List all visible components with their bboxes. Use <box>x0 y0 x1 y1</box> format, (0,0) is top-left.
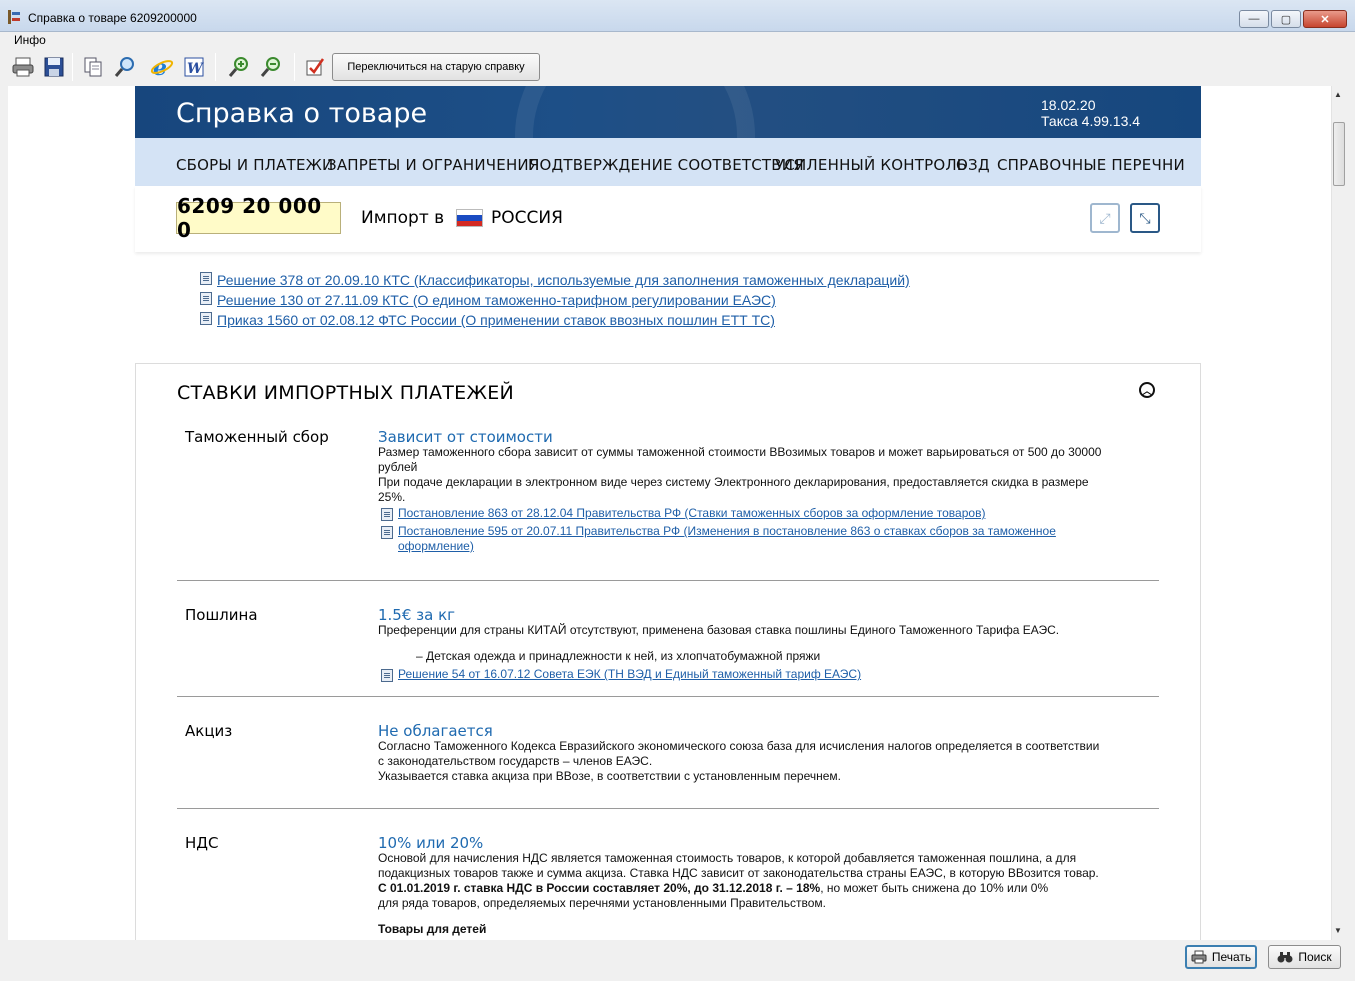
link-resolution-863[interactable]: Постановление 863 от 28.12.04 Правительс… <box>398 506 985 521</box>
maximize-button[interactable]: ▢ <box>1271 10 1301 28</box>
nav-item-fees[interactable]: СБОРЫ И ПЛАТЕЖИ <box>176 156 333 174</box>
doc-link[interactable]: Постановление 595 от 20.07.11 Правительс… <box>381 524 1056 554</box>
excise-value: Не облагается <box>378 722 493 740</box>
switch-old-help-button[interactable]: Переключиться на старую справку <box>332 53 540 81</box>
expand-icon[interactable]: ⤢ <box>1090 203 1120 233</box>
vat-reduction-note: , но может быть снижена до 10% или 0% <box>820 881 1049 895</box>
direction-label: Импорт в <box>361 208 445 228</box>
vat-rate-note: С 01.01.2019 г. ставка НДС в России сост… <box>378 881 821 895</box>
duty-item: – Детская одежда и принадлежности к ней,… <box>416 649 821 663</box>
maximize-icon: ▢ <box>1280 13 1292 26</box>
vat-label: НДС <box>185 834 219 852</box>
nav-item-restrictions[interactable]: ЗАПРЕТЫ И ОГРАНИЧЕНИЯ <box>327 156 539 174</box>
app-icon <box>8 10 20 24</box>
excise-text-2: Указывается ставка акциза при ВВозе, в с… <box>378 769 841 783</box>
vat-reduction-note-cont: для ряда товаров, определяемых перечнями… <box>378 896 827 910</box>
nav-bar: СБОРЫ И ПЛАТЕЖИ ЗАПРЕТЫ И ОГРАНИЧЕНИЯ ПО… <box>135 138 1201 186</box>
customs-fee-discount: При подаче декларации в электронном виде… <box>378 475 1089 489</box>
header-banner: Справка о товаре 18.02.20 Такса 4.99.13.… <box>135 86 1201 138</box>
link-resolution-595-cont[interactable]: оформление) <box>398 539 474 553</box>
duty-text: Преференции для страны КИТАЙ отсутствуют… <box>378 623 1060 637</box>
link-order-1560[interactable]: Приказ 1560 от 02.08.12 ФТС России (О пр… <box>217 310 775 330</box>
close-icon: ✕ <box>1320 13 1330 26</box>
minimize-icon: — <box>1248 13 1260 25</box>
checkbox-icon[interactable] <box>302 55 328 79</box>
document-icon <box>200 312 212 325</box>
vat-text-cont: подакцизных товаров также и сумма акциза… <box>378 866 1099 880</box>
vat-text: Основой для начисления НДС является тамо… <box>378 851 1077 865</box>
scroll-down-icon[interactable]: ▼ <box>1334 926 1342 935</box>
country-name: РОССИЯ <box>491 208 563 228</box>
document-icon <box>200 292 212 305</box>
save-icon[interactable] <box>41 55 67 79</box>
russia-flag-icon <box>456 209 483 227</box>
document-icon <box>381 669 393 682</box>
doc-link[interactable]: Решение 378 от 20.09.10 КТС (Классификат… <box>200 270 910 290</box>
page-title: Справка о товаре <box>176 98 428 129</box>
document-icon <box>381 508 393 521</box>
nav-item-conformity[interactable]: ПОДТВЕРЖДЕНИЕ СООТВЕТСТВИЯ <box>528 156 804 174</box>
link-decision-378[interactable]: Решение 378 от 20.09.10 КТС (Классификат… <box>217 270 910 290</box>
rates-title: СТАВКИ ИМПОРТНЫХ ПЛАТЕЖЕЙ <box>177 382 515 404</box>
excise-text: Согласно Таможенного Кодекса Евразийског… <box>378 739 1100 753</box>
doc-link[interactable]: Решение 54 от 16.07.12 Совета ЕЭК (ТН ВЭ… <box>381 667 861 682</box>
print-label: Печать <box>1211 950 1252 964</box>
customs-fee-text: Размер таможенного сбора зависит от сумм… <box>378 445 1102 459</box>
help-document: Справка о товаре 18.02.20 Такса 4.99.13.… <box>8 86 1331 940</box>
nav-item-reference-lists[interactable]: СПРАВОЧНЫЕ ПЕРЕЧНИ <box>997 156 1185 174</box>
binoculars-icon <box>1277 952 1293 963</box>
link-resolution-595[interactable]: Постановление 595 от 20.07.11 Правительс… <box>398 524 1056 538</box>
print-button[interactable]: Печать <box>1185 945 1257 969</box>
nav-item-ozd[interactable]: ОЗД <box>956 156 990 174</box>
word-icon[interactable]: W <box>181 55 207 79</box>
svg-text:W: W <box>187 61 204 77</box>
header-date: 18.02.20 <box>1041 97 1096 113</box>
menu-bar: Инфо <box>0 32 1355 48</box>
code-bar: 6209 20 000 0 Импорт в РОССИЯ ⤢ ⤡ <box>135 186 1201 252</box>
minimize-button[interactable]: — <box>1239 10 1269 28</box>
search-label: Поиск <box>1298 950 1332 964</box>
nav-item-enhanced-control[interactable]: УСИЛЕННЫЙ КОНТРОЛЬ <box>775 156 967 174</box>
printer-icon <box>1191 950 1207 964</box>
duty-label: Пошлина <box>185 606 258 624</box>
scroll-thumb[interactable] <box>1333 122 1345 186</box>
link-decision-130[interactable]: Решение 130 от 27.11.09 КТС (О едином та… <box>217 290 776 310</box>
link-decision-54[interactable]: Решение 54 от 16.07.12 Совета ЕЭК (ТН ВЭ… <box>398 667 861 682</box>
doc-link[interactable]: Приказ 1560 от 02.08.12 ФТС России (О пр… <box>200 310 775 330</box>
chevron-up-icon[interactable]: ︿ <box>1139 382 1155 398</box>
duty-value: 1.5€ за кг <box>378 606 456 624</box>
scroll-up-icon[interactable]: ▲ <box>1334 90 1342 99</box>
customs-fee-discount-cont: 25%. <box>378 490 406 504</box>
window-title: Справка о товаре 6209200000 <box>28 11 197 25</box>
vat-subheading: Товары для детей <box>378 922 487 936</box>
close-button[interactable]: ✕ <box>1303 10 1347 28</box>
toolbar: e W Переключиться на старую справку <box>0 49 1355 85</box>
zoom-out-icon[interactable] <box>258 55 284 79</box>
menu-info[interactable]: Инфо <box>14 33 46 47</box>
vertical-scrollbar[interactable]: ▲ ▼ <box>1331 86 1345 940</box>
collapse-all-icon[interactable]: ⤡ <box>1130 203 1160 233</box>
customs-fee-text-cont: рублей <box>378 460 418 474</box>
tnved-code: 6209 20 000 0 <box>176 194 341 242</box>
copy-icon[interactable] <box>80 55 106 79</box>
ie-icon[interactable]: e <box>149 55 175 79</box>
customs-fee-value: Зависит от стоимости <box>378 428 553 446</box>
vat-value: 10% или 20% <box>378 834 484 852</box>
printer-icon[interactable] <box>10 55 36 79</box>
document-icon <box>381 526 393 539</box>
import-rates-panel: СТАВКИ ИМПОРТНЫХ ПЛАТЕЖЕЙ ︿ Таможенный с… <box>135 363 1201 940</box>
excise-label: Акциз <box>185 722 233 740</box>
document-icon <box>200 272 212 285</box>
find-icon[interactable] <box>112 55 138 79</box>
header-tax-version: Такса 4.99.13.4 <box>1041 113 1141 129</box>
doc-link[interactable]: Постановление 863 от 28.12.04 Правительс… <box>381 506 985 521</box>
customs-fee-label: Таможенный сбор <box>185 428 329 446</box>
excise-text-cont: с законодательством государств – членов … <box>378 754 653 768</box>
zoom-in-icon[interactable] <box>226 55 252 79</box>
search-button[interactable]: Поиск <box>1268 945 1341 969</box>
title-bar: Справка о товаре 6209200000 — ▢ ✕ <box>0 0 1355 32</box>
doc-link[interactable]: Решение 130 от 27.11.09 КТС (О едином та… <box>200 290 776 310</box>
